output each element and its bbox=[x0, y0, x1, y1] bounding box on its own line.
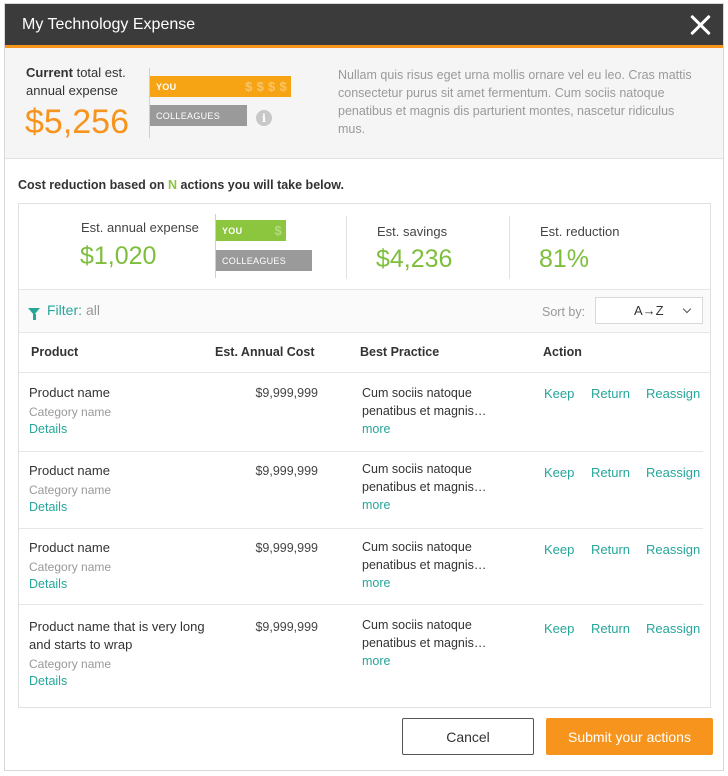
details-link[interactable]: Details bbox=[29, 500, 67, 514]
reduction-panel: Est. annual expense $1,020 YOU $ COLLEAG… bbox=[18, 203, 711, 708]
current-expense-value: $5,256 bbox=[25, 103, 129, 141]
reassign-action[interactable]: Reassign bbox=[646, 542, 700, 557]
dollar-watermark-reduced: $ bbox=[274, 223, 282, 238]
annual-cost: $9,999,999 bbox=[255, 386, 318, 400]
stats-divider bbox=[509, 216, 510, 279]
col-practice: Best Practice bbox=[360, 345, 440, 359]
chevron-down-icon bbox=[682, 304, 692, 314]
annual-cost: $9,999,999 bbox=[255, 620, 318, 634]
close-icon[interactable] bbox=[689, 14, 711, 36]
keep-action[interactable]: Keep bbox=[544, 621, 574, 636]
colleagues-bar-reduced: COLLEAGUES bbox=[216, 250, 312, 271]
filter-bar: Filter: all Sort by: A→Z bbox=[19, 290, 710, 333]
best-practice-line2: penatibus et magnis… bbox=[362, 404, 487, 418]
cost-reduction-heading: Cost reduction based on N actions you wi… bbox=[18, 178, 344, 192]
keep-action[interactable]: Keep bbox=[544, 542, 574, 557]
modal-titlebar: My Technology Expense bbox=[5, 4, 723, 48]
est-savings-label: Est. savings bbox=[377, 224, 448, 239]
est-savings-value: $4,236 bbox=[376, 245, 453, 273]
product-name: Product name that is very long and start… bbox=[29, 619, 205, 652]
keep-action[interactable]: Keep bbox=[544, 465, 574, 480]
best-practice-line2: penatibus et magnis… bbox=[362, 558, 487, 572]
return-action[interactable]: Return bbox=[591, 542, 630, 557]
best-practice-line2: penatibus et magnis… bbox=[362, 636, 487, 650]
submit-actions-button[interactable]: Submit your actions bbox=[546, 718, 713, 755]
best-practice-line1: Cum sociis natoque bbox=[362, 386, 472, 400]
subhead-suffix: actions you will take below. bbox=[177, 178, 344, 192]
colleagues-bar-reduced-label: COLLEAGUES bbox=[222, 255, 287, 266]
reassign-action[interactable]: Reassign bbox=[646, 386, 700, 401]
best-practice: Cum sociis natoque penatibus et magnis… … bbox=[362, 384, 512, 438]
more-link[interactable]: more bbox=[362, 420, 512, 438]
current-label-bold: Current bbox=[26, 65, 73, 80]
colleagues-bar: COLLEAGUES bbox=[150, 105, 247, 126]
current-expense-summary: Current total est. annual expense $5,256… bbox=[5, 48, 723, 159]
subhead-prefix: Cost reduction based on bbox=[18, 178, 169, 192]
category-name: Category name bbox=[29, 560, 112, 574]
col-action: Action bbox=[543, 345, 582, 359]
keep-action[interactable]: Keep bbox=[544, 386, 574, 401]
you-bar-reduced-label: YOU bbox=[222, 225, 243, 236]
info-icon[interactable]: i bbox=[256, 110, 272, 126]
details-link[interactable]: Details bbox=[29, 674, 67, 688]
product-name: Product name bbox=[29, 540, 110, 555]
table-header: Product Est. Annual Cost Best Practice A… bbox=[19, 333, 710, 373]
modal-title: My Technology Expense bbox=[22, 15, 196, 33]
sort-label: Sort by: bbox=[542, 305, 586, 319]
filter-control[interactable]: Filter: all bbox=[28, 302, 101, 320]
best-practice: Cum sociis natoque penatibus et magnis… … bbox=[362, 616, 512, 670]
reassign-action[interactable]: Reassign bbox=[646, 621, 700, 636]
table-row: Product name Category name Details $9,99… bbox=[19, 529, 703, 605]
return-action[interactable]: Return bbox=[591, 465, 630, 480]
col-cost: Est. Annual Cost bbox=[215, 345, 315, 359]
you-bar-label: YOU bbox=[156, 81, 177, 92]
funnel-icon bbox=[28, 307, 40, 320]
col-product: Product bbox=[31, 345, 79, 359]
best-practice: Cum sociis natoque penatibus et magnis… … bbox=[362, 460, 512, 514]
more-link[interactable]: more bbox=[362, 574, 512, 592]
best-practice: Cum sociis natoque penatibus et magnis… … bbox=[362, 538, 512, 592]
reassign-action[interactable]: Reassign bbox=[646, 465, 700, 480]
return-action[interactable]: Return bbox=[591, 386, 630, 401]
category-name: Category name bbox=[29, 657, 112, 671]
you-bar: YOU $ $ $ $ bbox=[150, 76, 291, 97]
best-practice-line1: Cum sociis natoque bbox=[362, 540, 472, 554]
dollar-watermark: $ $ $ $ bbox=[245, 79, 287, 94]
product-name: Product name bbox=[29, 463, 110, 478]
table-row: Product name that is very long and start… bbox=[19, 605, 703, 705]
sort-value: A→Z bbox=[634, 303, 664, 318]
reduction-stats: Est. annual expense $1,020 YOU $ COLLEAG… bbox=[19, 204, 710, 290]
more-link[interactable]: more bbox=[362, 496, 512, 514]
expense-modal: My Technology Expense Current total est.… bbox=[4, 3, 724, 771]
cancel-button[interactable]: Cancel bbox=[402, 718, 534, 755]
est-annual-expense-label: Est. annual expense bbox=[81, 220, 199, 235]
current-expense-label: Current total est. annual expense bbox=[26, 64, 146, 100]
colleagues-bar-label: COLLEAGUES bbox=[156, 110, 221, 121]
table-row: Product name Category name Details $9,99… bbox=[19, 374, 703, 452]
best-practice-line1: Cum sociis natoque bbox=[362, 618, 472, 632]
est-annual-expense-value: $1,020 bbox=[80, 242, 157, 270]
annual-cost: $9,999,999 bbox=[255, 541, 318, 555]
you-bar-reduced: YOU $ bbox=[216, 220, 286, 241]
best-practice-line1: Cum sociis natoque bbox=[362, 462, 472, 476]
annual-cost: $9,999,999 bbox=[255, 464, 318, 478]
summary-description: Nullam quis risus eget urna mollis ornar… bbox=[338, 68, 692, 136]
details-link[interactable]: Details bbox=[29, 577, 67, 591]
stats-divider bbox=[346, 216, 347, 279]
table-row: Product name Category name Details $9,99… bbox=[19, 452, 703, 529]
est-reduction-label: Est. reduction bbox=[540, 224, 620, 239]
filter-label: Filter: bbox=[47, 302, 82, 318]
return-action[interactable]: Return bbox=[591, 621, 630, 636]
category-name: Category name bbox=[29, 483, 112, 497]
sort-select[interactable]: A→Z bbox=[595, 297, 703, 324]
category-name: Category name bbox=[29, 405, 112, 419]
best-practice-line2: penatibus et magnis… bbox=[362, 480, 487, 494]
details-link[interactable]: Details bbox=[29, 422, 67, 436]
more-link[interactable]: more bbox=[362, 652, 512, 670]
filter-value: all bbox=[86, 302, 101, 318]
est-reduction-value: 81% bbox=[539, 245, 590, 273]
subhead-n: N bbox=[168, 178, 178, 192]
product-name: Product name bbox=[29, 385, 110, 400]
